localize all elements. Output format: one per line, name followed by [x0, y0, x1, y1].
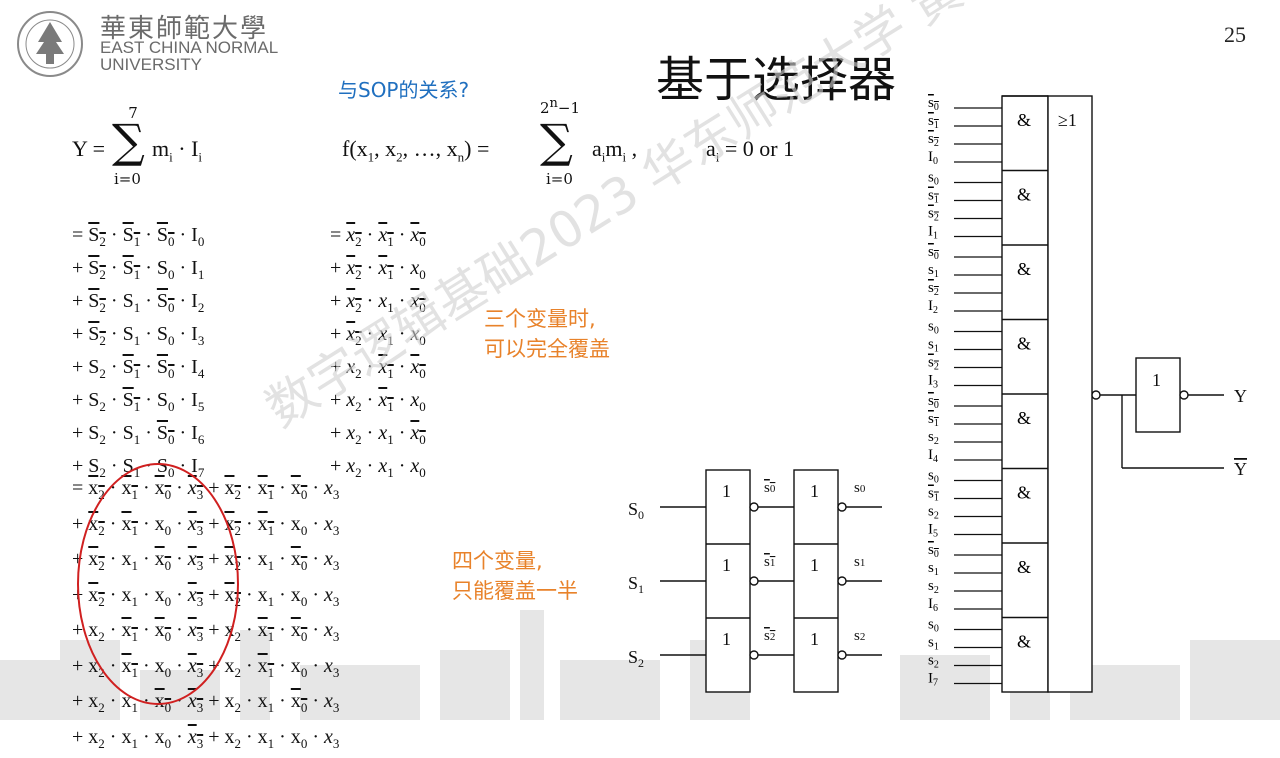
select-decoder-circuit: 1 1 1 1 1 1 S0 S1 S2 s0 s1 s2 s0 s1 s2 [620, 460, 900, 700]
and-gate-input-label: s1 [928, 262, 939, 280]
and-gate-input-label: I2 [928, 298, 938, 316]
and-gate-label: & [1017, 334, 1031, 354]
and-gate-input-label: s0 [928, 95, 939, 113]
mux-term: mi · Ii [152, 136, 202, 165]
sop-expansion-row: = x2 · x1 · x0 [330, 222, 426, 255]
mux-expansion-row: + S2 · S1 · S0 · I2 [72, 288, 204, 321]
not-gate-label: 1 [1152, 370, 1161, 390]
and-gate-input-label: I1 [928, 224, 938, 242]
s2-bar-label: s2 [764, 628, 775, 644]
and-gate-input-label: s2 [928, 131, 939, 149]
mux-expansion-row: + S2 · S1 · S0 · I6 [72, 420, 204, 453]
and-gate-input-label: s1 [928, 411, 939, 429]
buffer-label: 1 [810, 481, 819, 501]
and-gate-label: & [1017, 408, 1031, 428]
s2-label: s2 [854, 628, 865, 644]
mux-expansion-row: + S2 · S1 · S0 · I5 [72, 387, 204, 420]
mux-equation: Y = [72, 136, 105, 162]
s1-bar-label: s1 [764, 554, 775, 570]
and-gate-input-label: I3 [928, 373, 938, 391]
and-gate-input-label: s2 [928, 578, 939, 596]
and-gate-label: & [1017, 185, 1031, 205]
university-name-en-line2: UNIVERSITY [100, 55, 202, 75]
s1-label: s1 [854, 554, 865, 570]
four-variable-row: + x2 · x1 · x0 · x3 + x2 · x1 · x0 · x3 [72, 723, 339, 758]
and-gate-input-label: s1 [928, 337, 939, 355]
and-gate-input-label: s2 [928, 504, 939, 522]
buffer-label: 1 [810, 629, 819, 649]
sum-symbol-icon: ∑ [112, 118, 145, 164]
output-ybar-label: Y [1234, 459, 1247, 479]
s0-bar-label: s0 [764, 480, 776, 496]
and-gate-input-label: I4 [928, 447, 938, 465]
and-gate-input-label: s0 [928, 170, 939, 188]
input-s0-label: S0 [628, 499, 644, 522]
mux-expansion-row: = S2 · S1 · S0 · I0 [72, 222, 204, 255]
mux-expansion-row: + S2 · S1 · S0 · I1 [72, 255, 204, 288]
and-gate-label: & [1017, 483, 1031, 503]
and-gate-input-label: s1 [928, 188, 939, 206]
sum-symbol-icon: ∑ [540, 118, 573, 164]
buffer-label: 1 [722, 481, 731, 501]
and-gate-input-label: s2 [928, 429, 939, 447]
output-y-label: Y [1234, 386, 1247, 406]
and-gate-input-label: I0 [928, 149, 938, 167]
and-gate-label: & [1017, 557, 1031, 577]
highlight-ellipse [70, 460, 250, 712]
and-gate-input-label: s0 [928, 393, 939, 411]
question-text: 与SOP的关系? [338, 74, 469, 103]
and-or-mux-circuit: ≥1 1 Y Y &s0s1s2I0&s0s1s2I1&s0s1s2I2&s0s… [920, 90, 1260, 700]
s0-label: s0 [854, 480, 866, 496]
and-gate-input-label: s1 [928, 635, 939, 653]
input-s2-label: S2 [628, 647, 644, 670]
and-gate-input-label: s2 [928, 355, 939, 373]
input-s1-label: S1 [628, 573, 644, 596]
university-seal-icon [12, 8, 92, 80]
and-gate-input-label: s2 [928, 206, 939, 224]
buffer-label: 1 [810, 555, 819, 575]
and-gate-input-label: s0 [928, 319, 939, 337]
and-gate-input-label: s1 [928, 486, 939, 504]
buffer-label: 1 [722, 555, 731, 575]
and-gate-input-label: s0 [928, 244, 939, 262]
or-gate-label: ≥1 [1058, 110, 1077, 130]
page-number: 25 [1224, 22, 1246, 48]
and-gate-input-label: I6 [928, 596, 938, 614]
three-variable-note: 三个变量时, 可以完全覆盖 [484, 304, 610, 364]
and-gate-input-label: s2 [928, 653, 939, 671]
and-gate-input-label: s1 [928, 560, 939, 578]
and-gate-input-label: s2 [928, 280, 939, 298]
and-gate-label: & [1017, 110, 1031, 130]
four-variable-note: 四个变量, 只能覆盖一半 [452, 546, 578, 606]
sop-expansion-row: + x2 · x1 · x0 [330, 453, 426, 486]
and-gate-label: & [1017, 259, 1031, 279]
and-gate-input-label: I5 [928, 522, 938, 540]
sop-expansion-row: + x2 · x1 · x0 [330, 420, 426, 453]
function-lhs: f(x1, x2, …, xn) = [342, 136, 489, 165]
mux-expansion-row: + S2 · S1 · S0 · I4 [72, 354, 204, 387]
and-gate-input-label: I7 [928, 671, 938, 689]
mux-sum-lower: i=0 [114, 170, 141, 188]
and-gate-input-label: s1 [928, 113, 939, 131]
and-gate-label: & [1017, 632, 1031, 652]
and-gate-input-label: s0 [928, 617, 939, 635]
buffer-label: 1 [722, 629, 731, 649]
and-gate-input-label: s0 [928, 468, 939, 486]
mux-expansion-row: + S2 · S1 · S0 · I3 [72, 321, 204, 354]
and-gate-input-label: s0 [928, 542, 939, 560]
mux-expansion: = S2 · S1 · S0 · I0+ S2 · S1 · S0 · I1+ … [72, 222, 204, 486]
